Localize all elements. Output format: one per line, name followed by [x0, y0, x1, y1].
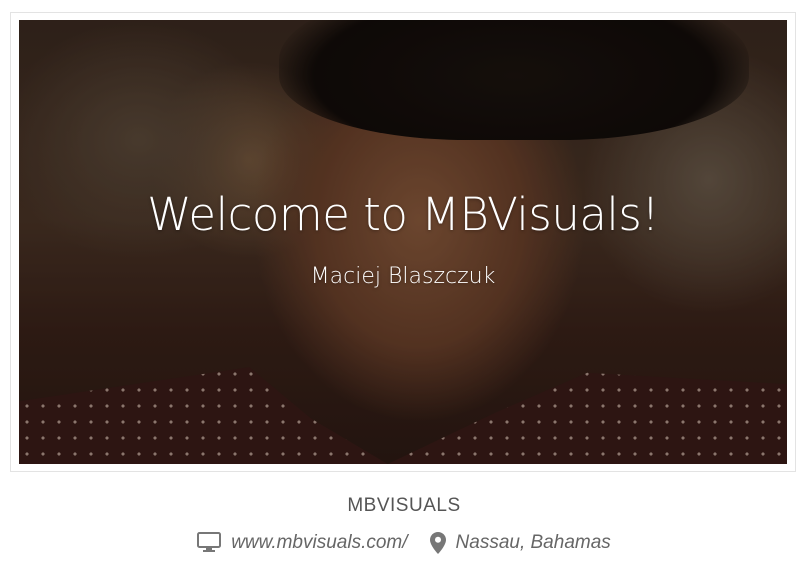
- hero-image: Welcome to MBVisuals! Maciej Blaszczuk: [19, 20, 787, 464]
- header-image-card: Welcome to MBVisuals! Maciej Blaszczuk: [10, 12, 796, 472]
- monitor-icon: [197, 532, 222, 554]
- location: Nassau, Bahamas: [429, 532, 611, 554]
- location-text: Nassau, Bahamas: [455, 532, 611, 553]
- website-link[interactable]: www.mbvisuals.com/: [197, 532, 408, 554]
- profile-meta: www.mbvisuals.com/ Nassau, Bahamas: [0, 532, 808, 554]
- website-text: www.mbvisuals.com/: [231, 532, 408, 553]
- map-pin-icon: [429, 532, 446, 554]
- hero-title: Welcome to MBVisuals!: [147, 188, 659, 241]
- profile-name: MBVISUALS: [347, 495, 461, 516]
- hero-overlay: [19, 20, 787, 464]
- hero-subtitle: Maciej Blaszczuk: [310, 264, 496, 289]
